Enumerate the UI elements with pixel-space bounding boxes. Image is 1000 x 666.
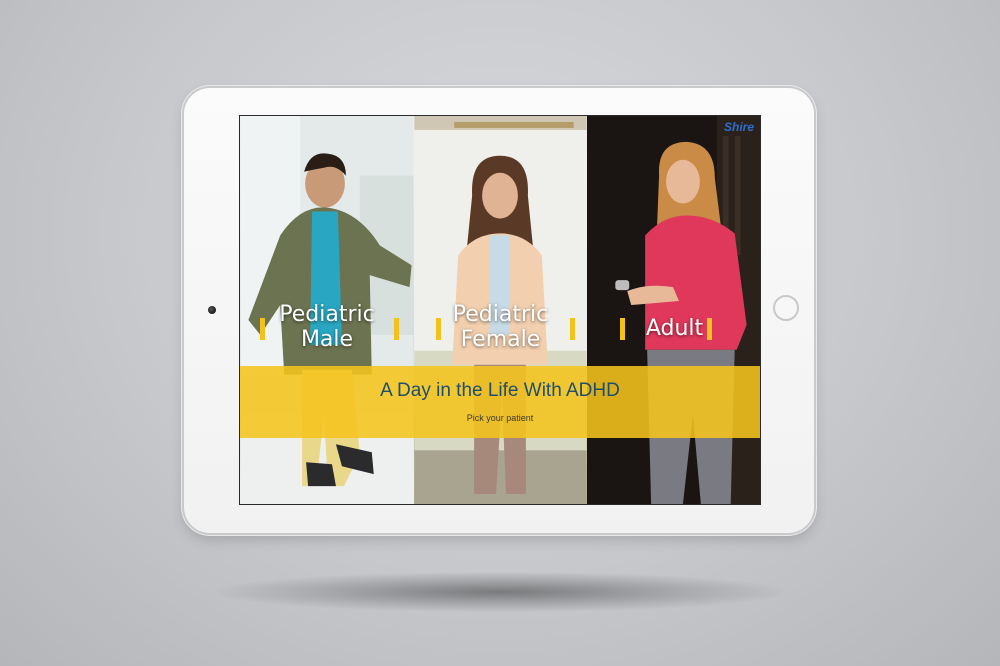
patient-label-line2: Male [300, 327, 354, 352]
patient-option-pediatric-female[interactable]: Pediatric Female [414, 116, 587, 504]
app-subtitle: Pick your patient [466, 413, 534, 423]
patient-label-line1: Pediatric [452, 302, 549, 327]
patient-label-line2: Female [460, 327, 541, 352]
title-banner: A Day in the Life With ADHD Pick your pa… [240, 366, 760, 438]
camera-icon [208, 306, 216, 314]
label-bar-left [260, 318, 265, 340]
app-title: A Day in the Life With ADHD [380, 380, 620, 401]
patient-option-adult[interactable]: Adult [587, 116, 760, 504]
label-bar-right [394, 318, 399, 340]
app-screen: Pediatric Male Pediatric Female Adult Sh… [239, 115, 761, 505]
label-bar-right [707, 318, 712, 340]
label-bar-right [570, 318, 575, 340]
device-shadow [215, 572, 785, 612]
tablet-device: Pediatric Male Pediatric Female Adult Sh… [184, 88, 814, 533]
woman-photo [587, 116, 760, 504]
home-button[interactable] [773, 295, 799, 321]
label-bar-left [620, 318, 625, 340]
patient-option-pediatric-male[interactable]: Pediatric Male [240, 116, 414, 504]
patient-label-line1: Adult [645, 316, 704, 341]
shire-logo: Shire [723, 120, 754, 134]
patient-label-line1: Pediatric [279, 302, 375, 327]
label-bar-left [436, 318, 441, 340]
